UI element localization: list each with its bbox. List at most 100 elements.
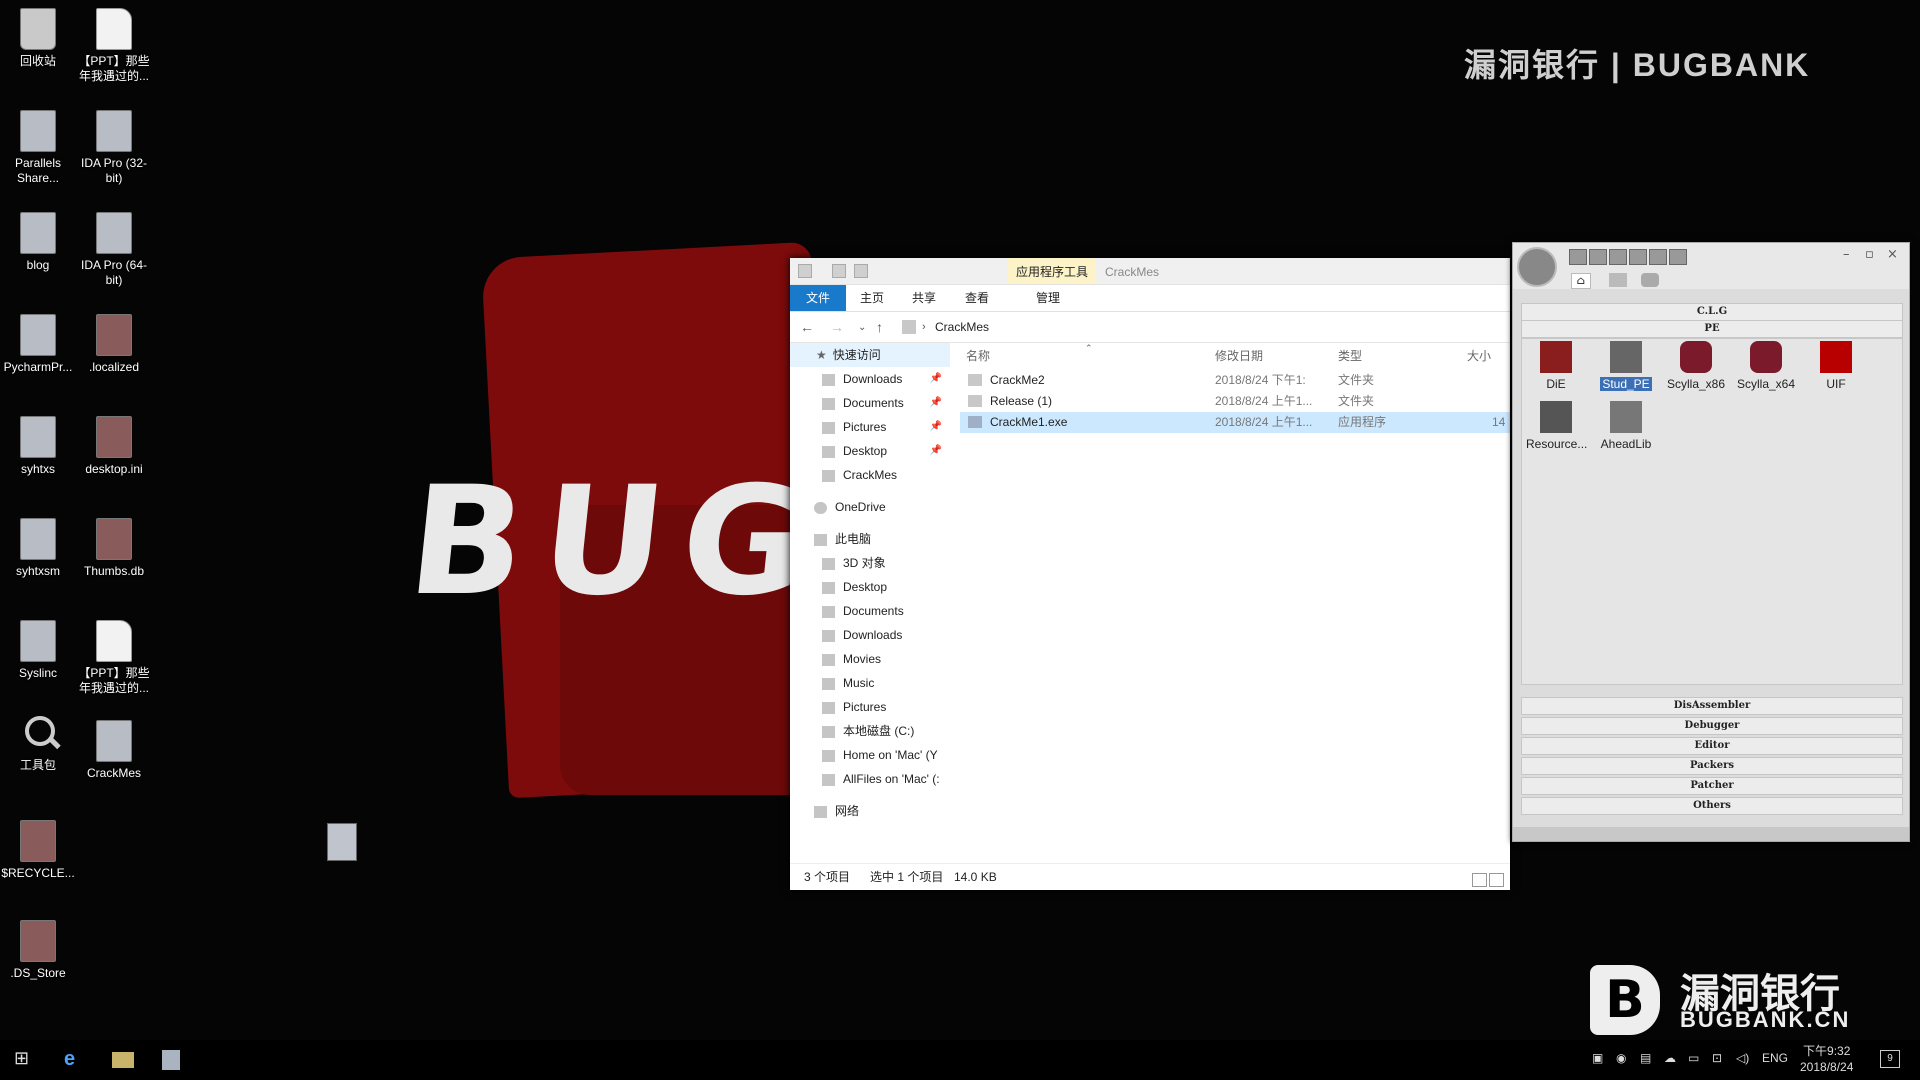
tool-uif[interactable]: UIF: [1804, 341, 1868, 391]
nav-pc-movies[interactable]: Movies: [790, 647, 950, 671]
table-row-selected[interactable]: CrackMe1.exe 2018/8/24 上午1... 应用程序 14: [960, 412, 1510, 433]
app-taskbar-icon[interactable]: [162, 1050, 180, 1070]
nav-pc-home-mac[interactable]: Home on 'Mac' (Y: [790, 743, 950, 767]
battery-icon[interactable]: ▭: [1688, 1051, 1699, 1065]
network-icon[interactable]: ⊡: [1712, 1051, 1722, 1065]
cloud-icon[interactable]: ☁: [1664, 1051, 1676, 1065]
notification-center-icon[interactable]: 9: [1880, 1050, 1900, 1068]
home-icon[interactable]: ⌂: [1571, 273, 1591, 289]
desktop-icon-recycle-bin[interactable]: 回收站: [0, 8, 78, 69]
table-row[interactable]: Release (1) 2018/8/24 上午1... 文件夹: [960, 391, 1510, 412]
nav-pc-3d-objects[interactable]: 3D 对象: [790, 551, 950, 575]
tool-resource-hacker[interactable]: Resource...: [1524, 401, 1588, 451]
desktop-icon-ds-store[interactable]: .DS_Store: [0, 920, 78, 981]
image-icon[interactable]: [1669, 249, 1687, 265]
nav-pc-music[interactable]: Music: [790, 671, 950, 695]
nav-pc-documents[interactable]: Documents: [790, 599, 950, 623]
tab-share[interactable]: 共享: [912, 285, 936, 311]
desktop-icon-syslinc[interactable]: Syslinc: [0, 620, 78, 681]
nav-qa-pictures[interactable]: Pictures 📌: [790, 415, 950, 439]
section-editor[interactable]: Editor: [1521, 737, 1903, 755]
pen-icon[interactable]: [1589, 249, 1607, 265]
desktop-icon-recycle-folder[interactable]: $RECYCLE...: [0, 820, 78, 881]
nav-pc-desktop[interactable]: Desktop: [790, 575, 950, 599]
tray-icon-3[interactable]: ▤: [1640, 1051, 1651, 1065]
close-icon[interactable]: ×: [1887, 247, 1898, 262]
nav-pc-allfiles-mac[interactable]: AllFiles on 'Mac' (:: [790, 767, 950, 791]
nav-pc-downloads[interactable]: Downloads: [790, 623, 950, 647]
details-view-icon[interactable]: [1472, 873, 1487, 887]
desktop-icon-localized[interactable]: .localized: [74, 314, 154, 375]
desktop-icon-syhtxsm[interactable]: syhtxsm: [0, 518, 78, 579]
breadcrumb-chevron-icon[interactable]: ›: [922, 321, 926, 333]
table-row[interactable]: CrackMe2 2018/8/24 下午1: 文件夹: [960, 370, 1510, 391]
language-indicator[interactable]: ENG: [1762, 1051, 1788, 1065]
column-header-size[interactable]: 大小: [1467, 347, 1491, 364]
user-icon[interactable]: [1609, 249, 1627, 265]
desktop-icon-parallels[interactable]: Parallels Share...: [0, 110, 78, 186]
desktop-icon-syhtxs[interactable]: syhtxs: [0, 416, 78, 477]
tool-aheadlib[interactable]: AheadLib: [1594, 401, 1658, 451]
desktop-icon-crackmes[interactable]: CrackMes: [74, 720, 154, 781]
list-icon[interactable]: [1629, 249, 1647, 265]
recent-dropdown-icon[interactable]: ⌄: [858, 322, 866, 333]
nav-qa-documents[interactable]: Documents 📌: [790, 391, 950, 415]
desktop-icon-pycharm[interactable]: PycharmPr...: [0, 314, 78, 375]
desktop-icon-ppt-2[interactable]: 【PPT】那些年我遇过的...: [74, 620, 154, 696]
column-header-type[interactable]: 类型: [1338, 347, 1362, 364]
column-header-date[interactable]: 修改日期: [1215, 347, 1263, 364]
tool-scylla-x86[interactable]: Scylla_x86: [1664, 341, 1728, 391]
nav-qa-desktop[interactable]: Desktop 📌: [790, 439, 950, 463]
edge-browser-icon[interactable]: e: [64, 1048, 75, 1071]
tray-icon-1[interactable]: ▣: [1592, 1051, 1603, 1065]
nav-qa-downloads[interactable]: Downloads 📌: [790, 367, 950, 391]
window-menu-icon[interactable]: [798, 264, 812, 278]
file-explorer-icon[interactable]: [112, 1052, 134, 1068]
tool-scylla-x64[interactable]: Scylla_x64: [1734, 341, 1798, 391]
large-icons-view-icon[interactable]: [1489, 873, 1504, 887]
desktop-icon-ppt-1[interactable]: 【PPT】那些年我遇过的...: [74, 8, 154, 84]
desktop-icon-ida64[interactable]: IDA Pro (64-bit): [74, 212, 154, 288]
avatar[interactable]: [1517, 247, 1557, 287]
wrench-icon[interactable]: [1569, 249, 1587, 265]
breadcrumb-crackmes[interactable]: CrackMes: [935, 320, 989, 334]
nav-pc-pictures[interactable]: Pictures: [790, 695, 950, 719]
maximize-icon[interactable]: ▫: [1865, 247, 1874, 262]
nav-network[interactable]: 网络: [790, 799, 950, 823]
properties-icon[interactable]: [832, 264, 846, 278]
desktop-icon-thumbs-db[interactable]: Thumbs.db: [74, 518, 154, 579]
section-patcher[interactable]: Patcher: [1521, 777, 1903, 795]
nav-quick-access[interactable]: ★ 快速访问: [790, 343, 950, 367]
volume-icon[interactable]: ◁): [1736, 1051, 1749, 1065]
section-debugger[interactable]: Debugger: [1521, 717, 1903, 735]
nav-this-pc[interactable]: 此电脑: [790, 527, 950, 551]
folder-tab-icon[interactable]: [1609, 273, 1627, 287]
back-arrow-icon[interactable]: ←: [800, 319, 814, 335]
tab-file[interactable]: 文件: [790, 285, 846, 311]
tab-manage[interactable]: 管理: [1036, 285, 1060, 311]
desktop-icon-blog[interactable]: blog: [0, 212, 78, 273]
section-disassembler[interactable]: DisAssembler: [1521, 697, 1903, 715]
nav-qa-crackmes[interactable]: CrackMes: [790, 463, 950, 487]
section-clg[interactable]: C.L.G: [1521, 303, 1903, 321]
minimize-icon[interactable]: –: [1843, 247, 1850, 262]
desktop-icon-ida32[interactable]: IDA Pro (32-bit): [74, 110, 154, 186]
tab-view[interactable]: 查看: [965, 285, 989, 311]
desktop-dragged-file-icon[interactable]: [327, 823, 357, 861]
forward-arrow-icon[interactable]: →: [830, 319, 844, 335]
tray-icon-2[interactable]: ◉: [1616, 1051, 1626, 1065]
section-pe[interactable]: PE: [1521, 320, 1903, 338]
tab-home[interactable]: 主页: [860, 285, 884, 311]
disk-icon[interactable]: [1649, 249, 1667, 265]
windows-start-icon[interactable]: ⊞: [14, 1048, 29, 1069]
clock[interactable]: 下午9:32 2018/8/24: [1800, 1043, 1853, 1075]
chat-icon[interactable]: [1641, 273, 1659, 287]
desktop-icon-desktop-ini[interactable]: desktop.ini: [74, 416, 154, 477]
nav-onedrive[interactable]: OneDrive: [790, 495, 950, 519]
tool-die[interactable]: DiE: [1524, 341, 1588, 391]
up-arrow-icon[interactable]: ↑: [876, 319, 883, 335]
new-folder-icon[interactable]: [854, 264, 868, 278]
desktop-icon-toolkit[interactable]: 工具包: [0, 714, 78, 773]
nav-pc-local-disk[interactable]: 本地磁盘 (C:): [790, 719, 950, 743]
section-others[interactable]: Others: [1521, 797, 1903, 815]
